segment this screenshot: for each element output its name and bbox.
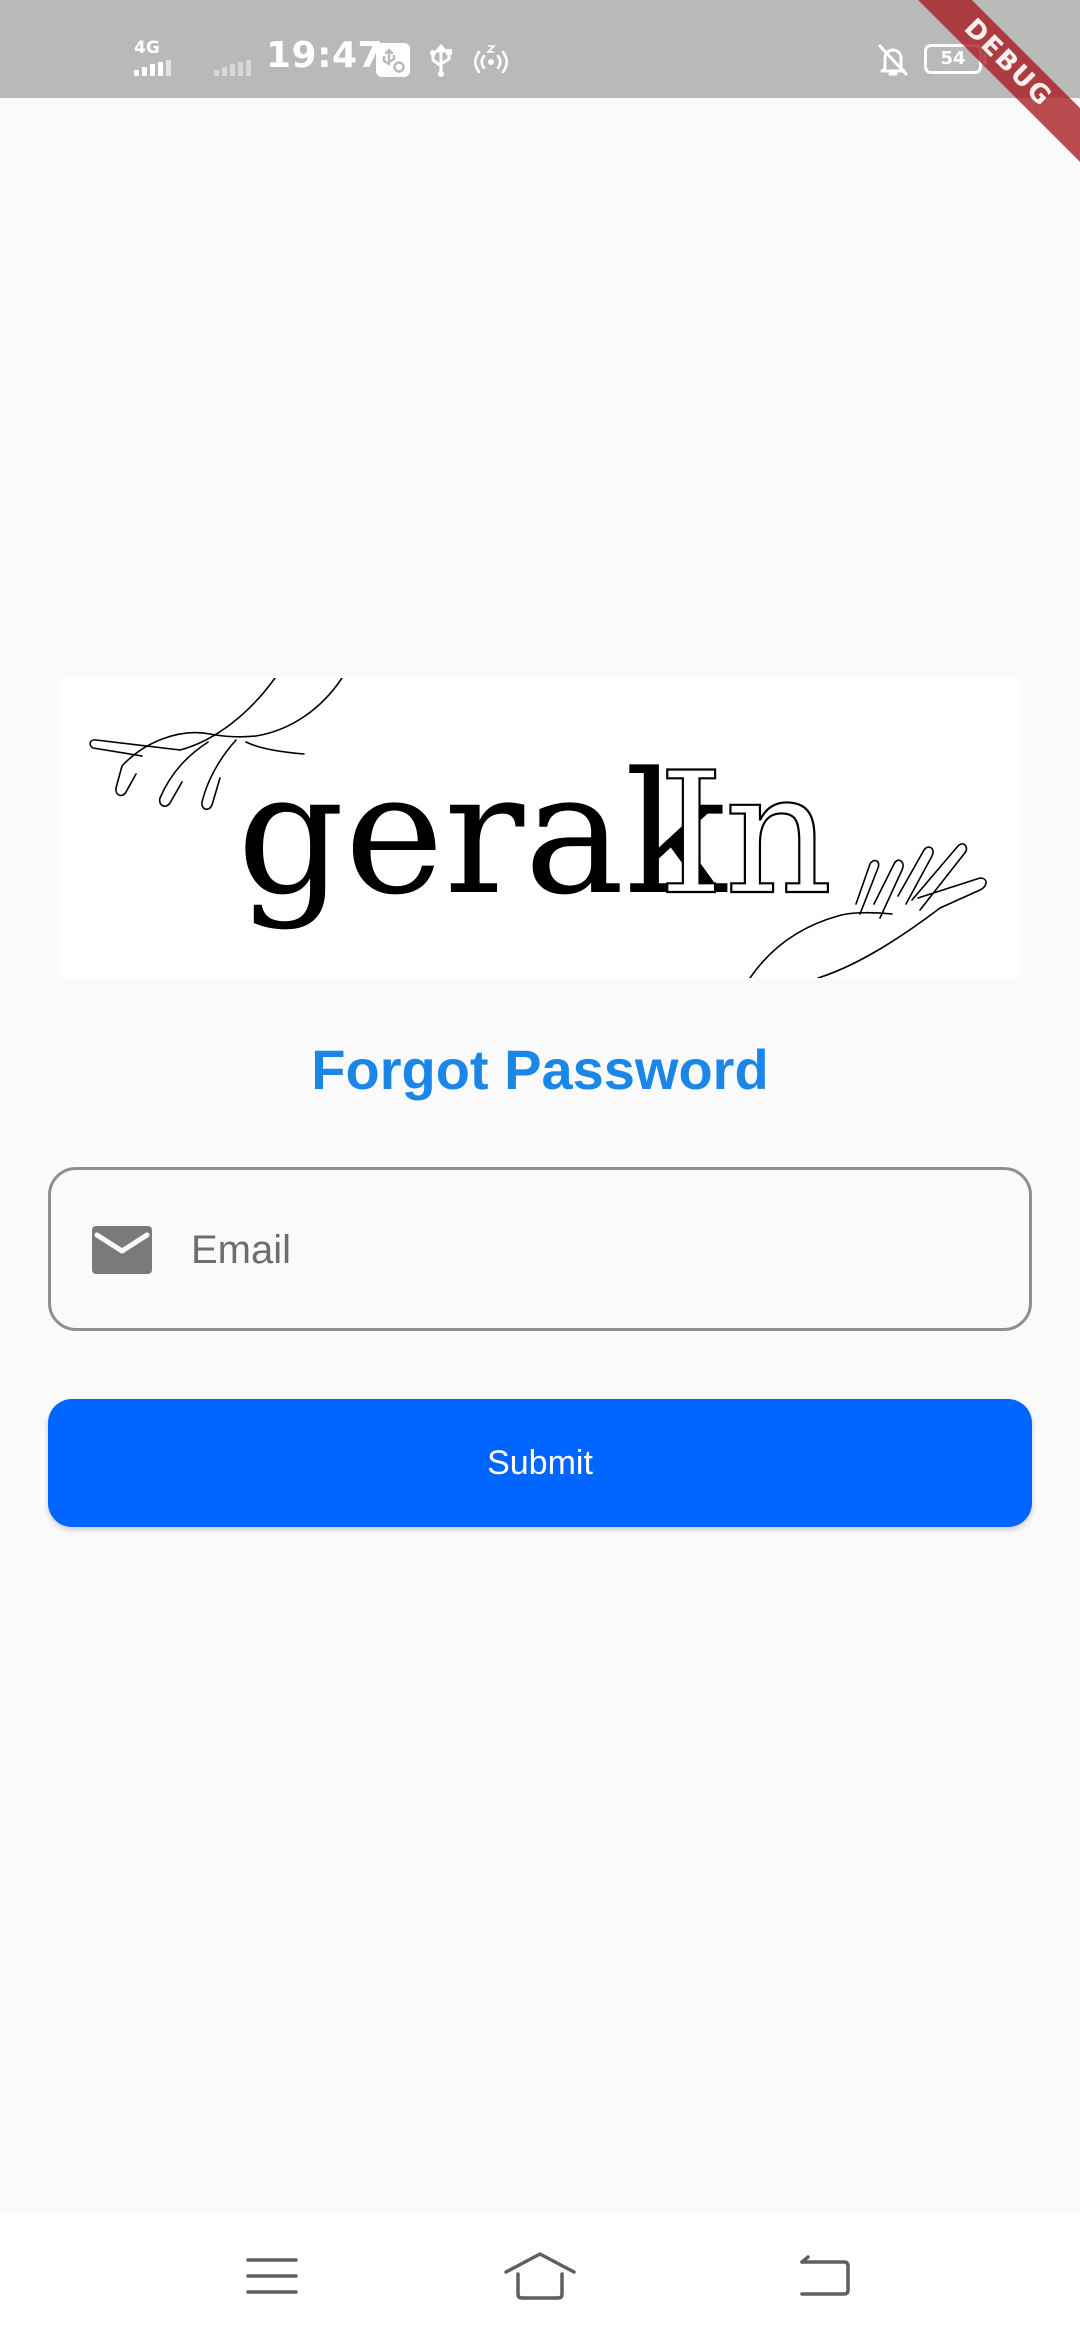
mail-icon [92,1226,152,1274]
logo-wordmark-part1: gerak [237,736,727,932]
network-type: 4G [134,38,160,58]
signal-sim2-icon [214,60,251,76]
clock: 19:47 [266,35,384,76]
home-icon [504,2252,576,2300]
app-logo: gerak In gerakIn [60,678,1020,978]
usb-icon [426,42,456,83]
signal-icon [134,60,171,76]
logo-wordmark: gerak In [237,735,834,933]
status-bar: 4G 19:47 54 [0,0,1080,98]
submit-button[interactable]: Submit [48,1399,1032,1527]
back-icon [800,2255,850,2296]
home-button[interactable] [490,2236,590,2316]
email-input[interactable] [191,1200,991,1300]
navigation-bar [0,2214,1080,2340]
email-field[interactable] [48,1167,1032,1331]
notifications-off-icon [876,42,910,83]
hotspot-icon [472,42,510,83]
usb-settings-icon [376,43,410,77]
logo-wordmark-part2: In [658,736,833,932]
back-button[interactable] [774,2236,874,2316]
page-title: Forgot Password [311,1038,769,1101]
menu-button[interactable] [222,2236,322,2316]
menu-icon [246,2258,298,2294]
